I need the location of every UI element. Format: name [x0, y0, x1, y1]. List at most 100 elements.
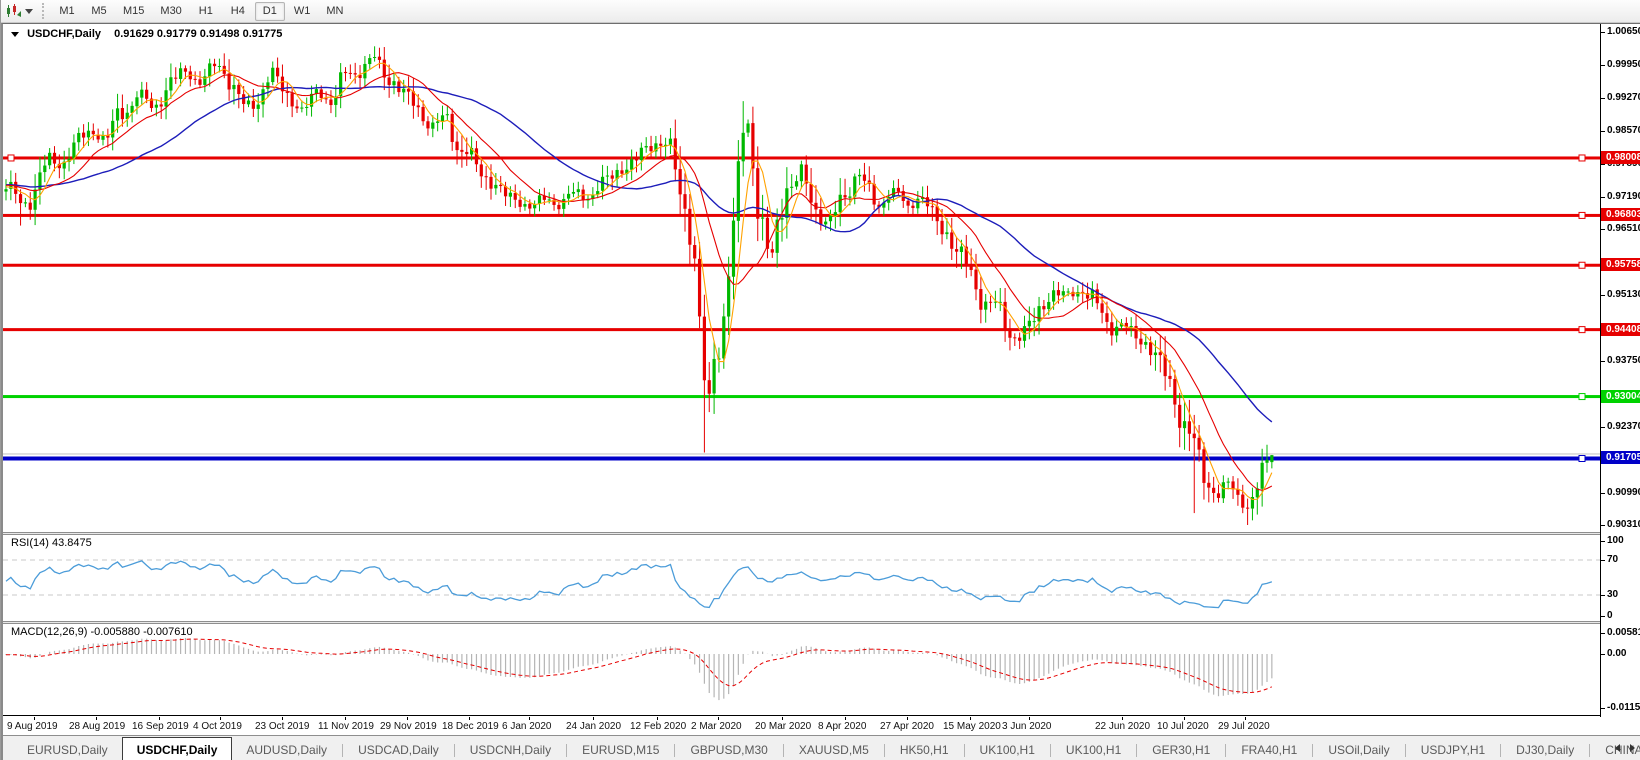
- date-axis-tick: [34, 717, 35, 720]
- candle-body: [731, 220, 736, 277]
- candle-body: [945, 232, 949, 235]
- candle-body: [828, 215, 833, 222]
- candle-body: [833, 212, 837, 216]
- candle-body: [373, 57, 377, 59]
- tab-audusd-daily[interactable]: AUDUSD,Daily: [232, 739, 341, 760]
- candle-body: [343, 71, 348, 74]
- candle-body: [562, 198, 566, 209]
- candle-body: [421, 106, 425, 122]
- date-label: 2 Mar 2020: [691, 721, 742, 732]
- tab-fra40-h1[interactable]: FRA40,H1: [1227, 739, 1311, 760]
- date-axis-tick: [1184, 717, 1185, 720]
- candle-body: [1187, 421, 1191, 434]
- timeframe-button-w1[interactable]: W1: [287, 2, 318, 21]
- tab-scroll-right-icon[interactable]: [1630, 744, 1635, 752]
- candle-body: [179, 68, 183, 79]
- candle-body: [387, 77, 391, 85]
- chart-type-icon[interactable]: [5, 3, 23, 19]
- candle-body: [212, 63, 217, 67]
- hline-handle[interactable]: [1578, 211, 1586, 219]
- tab-scroll-left-icon[interactable]: [1615, 744, 1620, 752]
- macd-panel[interactable]: MACD(12,26,9) -0.005880 -0.007610: [3, 624, 1600, 716]
- rsi-axis-label: 0: [1607, 610, 1613, 621]
- tab-usdcad-daily[interactable]: USDCAD,Daily: [344, 739, 453, 760]
- tab-hk50-h1[interactable]: HK50,H1: [886, 739, 963, 760]
- price-axis-tick: [1601, 426, 1605, 428]
- hline-handle[interactable]: [1578, 261, 1586, 269]
- date-axis-tick: [96, 717, 97, 720]
- hline-handle[interactable]: [1578, 454, 1586, 462]
- chart-dropdown-icon[interactable]: [11, 32, 19, 37]
- rsi-axis-tick: [1601, 560, 1605, 561]
- hline-0.91705[interactable]: [3, 456, 1600, 461]
- timeframe-button-mn[interactable]: MN: [319, 2, 350, 21]
- candle-body: [363, 63, 367, 79]
- price-axis-tick: [1601, 492, 1605, 494]
- tab-ger30-h1[interactable]: GER30,H1: [1138, 739, 1224, 760]
- candle-body: [790, 186, 794, 188]
- tab-usdjpy-h1[interactable]: USDJPY,H1: [1407, 739, 1499, 760]
- price-line-label-chip: 0.96803: [1601, 208, 1640, 222]
- hline-0.96803[interactable]: [3, 213, 1600, 217]
- macd-axis-label: 0.005818: [1607, 627, 1640, 638]
- hline-handle[interactable]: [1578, 154, 1586, 162]
- candle-body: [145, 89, 149, 99]
- hline-0.95758[interactable]: [3, 263, 1600, 267]
- candle-body: [450, 113, 454, 142]
- hline-0.94408[interactable]: [3, 328, 1600, 332]
- candle-body: [571, 191, 576, 194]
- tab-uk100-h1[interactable]: UK100,H1: [966, 739, 1049, 760]
- tab-xauusd-m5[interactable]: XAUUSD,M5: [785, 739, 883, 760]
- candle-body: [756, 168, 760, 219]
- main-chart-panel[interactable]: USDCHF,Daily 0.91629 0.91779 0.91498 0.9…: [3, 24, 1600, 532]
- timeframe-button-d1[interactable]: D1: [254, 1, 285, 21]
- tab-separator: [963, 744, 965, 757]
- hline-handle[interactable]: [1578, 393, 1586, 401]
- candle-body: [896, 187, 900, 192]
- tab-usdchf-daily[interactable]: USDCHF,Daily: [121, 737, 233, 760]
- hline-handle[interactable]: [7, 154, 15, 162]
- hline-gray[interactable]: [3, 453, 1600, 455]
- date-label: 27 Apr 2020: [880, 721, 934, 732]
- tab-eurusd-m15[interactable]: EURUSD,M15: [568, 739, 673, 760]
- macd-chart-canvas[interactable]: [3, 624, 1600, 716]
- macd-axis-tick: [1601, 654, 1605, 655]
- candle-body: [28, 202, 32, 210]
- candle-body: [402, 88, 406, 93]
- candle-body: [794, 181, 799, 187]
- tab-eurusd-daily[interactable]: EURUSD,Daily: [13, 739, 122, 760]
- candle-body: [324, 98, 328, 100]
- candle-body: [693, 245, 697, 259]
- date-label: 23 Oct 2019: [255, 721, 310, 732]
- date-axis-tick: [907, 717, 908, 720]
- timeframe-button-m15[interactable]: M15: [116, 2, 151, 21]
- timeframe-button-h1[interactable]: H1: [191, 2, 221, 21]
- date-axis-tick: [845, 717, 846, 720]
- candle-body: [979, 289, 983, 310]
- hline-0.98008[interactable]: [3, 156, 1600, 160]
- chart-type-dropdown-icon[interactable]: [25, 8, 33, 14]
- candle-body: [368, 58, 372, 65]
- toolbar-grip-handle[interactable]: [42, 3, 44, 19]
- timeframe-button-m5[interactable]: M5: [84, 2, 114, 21]
- tab-dj30-daily[interactable]: DJ30,Daily: [1502, 739, 1588, 760]
- hline-0.93004[interactable]: [3, 395, 1600, 399]
- tab-uk100-h1[interactable]: UK100,H1: [1052, 739, 1135, 760]
- timeframe-button-h4[interactable]: H4: [223, 2, 253, 21]
- date-label: 6 Jan 2020: [502, 721, 552, 732]
- rsi-chart-canvas[interactable]: [3, 535, 1600, 621]
- macd-title: MACD(12,26,9) -0.005880 -0.007610: [11, 626, 193, 638]
- hline-handle[interactable]: [1578, 326, 1586, 334]
- candle-body: [86, 130, 91, 138]
- timeframe-button-m30[interactable]: M30: [153, 2, 188, 21]
- tab-usdcnh-daily[interactable]: USDCNH,Daily: [456, 739, 565, 760]
- moving-average-line: [5, 72, 1273, 491]
- candle-body: [23, 202, 27, 204]
- candlestick-chart-canvas[interactable]: [3, 24, 1600, 532]
- timeframe-button-m1[interactable]: M1: [52, 2, 82, 21]
- tab-usoil-daily[interactable]: USOil,Daily: [1314, 739, 1403, 760]
- tab-gbpusd-m30[interactable]: GBPUSD,M30: [676, 739, 781, 760]
- rsi-panel[interactable]: RSI(14) 43.8475: [3, 535, 1600, 621]
- date-axis-tick: [159, 717, 160, 720]
- candle-body: [1129, 325, 1133, 328]
